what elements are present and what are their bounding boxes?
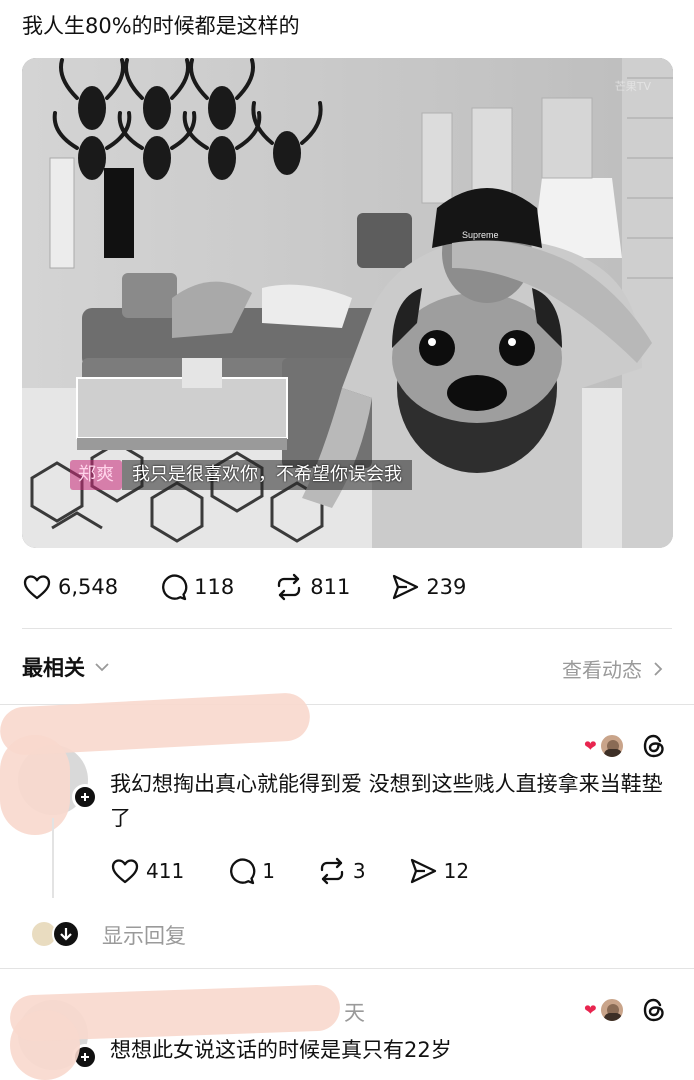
- comment-button[interactable]: 118: [158, 572, 234, 602]
- repost-button[interactable]: 3: [317, 856, 366, 886]
- like-button[interactable]: 6,548: [22, 572, 118, 602]
- chevron-down-icon: [95, 663, 109, 672]
- repost-count: 3: [352, 859, 366, 883]
- heart-icon: [23, 575, 51, 600]
- svg-text:Supreme: Supreme: [462, 230, 499, 240]
- divider: [0, 968, 694, 969]
- comment-text: 我幻想掏出真心就能得到爱 没想到这些贱人直接拿来当鞋垫了: [110, 772, 663, 830]
- threads-logo-icon[interactable]: [641, 732, 667, 760]
- repost-icon: [278, 573, 301, 601]
- repost-icon: [320, 857, 344, 885]
- video-subtitle: 郑爽 我只是很喜欢你，不希望你误会我: [70, 460, 412, 490]
- comment-time: 天: [344, 1001, 365, 1025]
- repost-count: 811: [310, 575, 351, 599]
- post-actions: 6,548 118 811 239: [22, 572, 506, 602]
- post-video[interactable]: Supreme 芒果TV 郑爽 我只是很喜欢你，不希望你误会我: [22, 58, 673, 548]
- subtitle-line: 我只是很喜欢你，不希望你误会我: [122, 460, 412, 490]
- comment-bubble-icon: [162, 574, 188, 601]
- post-text: 我人生80%的时候都是这样的: [22, 14, 300, 38]
- comment-meta-icons: ❤: [584, 732, 667, 760]
- comment-count: 118: [194, 575, 235, 599]
- threads-logo-icon[interactable]: [641, 996, 667, 1024]
- send-icon: [410, 858, 436, 884]
- divider: [22, 628, 672, 629]
- share-count: 239: [426, 575, 467, 599]
- reply-count: 1: [262, 859, 275, 883]
- view-activity-link[interactable]: 查看动态: [562, 654, 664, 683]
- sort-label: 最相关: [22, 656, 85, 680]
- author-liked-heart-icon: ❤: [584, 1001, 597, 1019]
- redaction-mark: [0, 735, 70, 835]
- like-count: 411: [146, 859, 185, 883]
- arrow-down-icon: [60, 928, 72, 941]
- show-replies-link[interactable]: 显示回复: [102, 920, 186, 950]
- share-count: 12: [443, 859, 470, 883]
- reply-avatars: [30, 920, 82, 950]
- heart-icon: [111, 859, 139, 884]
- like-button[interactable]: 411: [110, 856, 184, 886]
- comment-actions: 411 1 3 12: [110, 856, 511, 886]
- reply-button[interactable]: 1: [226, 856, 275, 886]
- liker-avatar: [598, 997, 625, 1023]
- author-liked-heart-icon: ❤: [584, 737, 597, 755]
- chevron-right-icon: [654, 661, 663, 676]
- share-button[interactable]: 239: [390, 572, 466, 602]
- comment-text: 想想此女说这话的时候是真只有22岁: [110, 1038, 452, 1062]
- sort-dropdown[interactable]: 最相关: [22, 652, 111, 682]
- comment-meta-icons: ❤: [584, 996, 667, 1024]
- comment-bubble-icon: [230, 858, 256, 885]
- liker-avatar: [598, 733, 625, 759]
- redaction-mark: [10, 1010, 80, 1080]
- follow-plus-icon[interactable]: [72, 784, 98, 810]
- share-button[interactable]: 12: [408, 856, 469, 886]
- like-count: 6,548: [58, 575, 119, 599]
- subtitle-speaker: 郑爽: [70, 460, 122, 490]
- video-watermark: 芒果TV: [614, 80, 651, 93]
- repost-button[interactable]: 811: [274, 572, 350, 602]
- send-icon: [393, 574, 419, 600]
- thread-line: [52, 818, 54, 898]
- view-activity-label: 查看动态: [562, 658, 642, 682]
- avatar: [52, 920, 80, 948]
